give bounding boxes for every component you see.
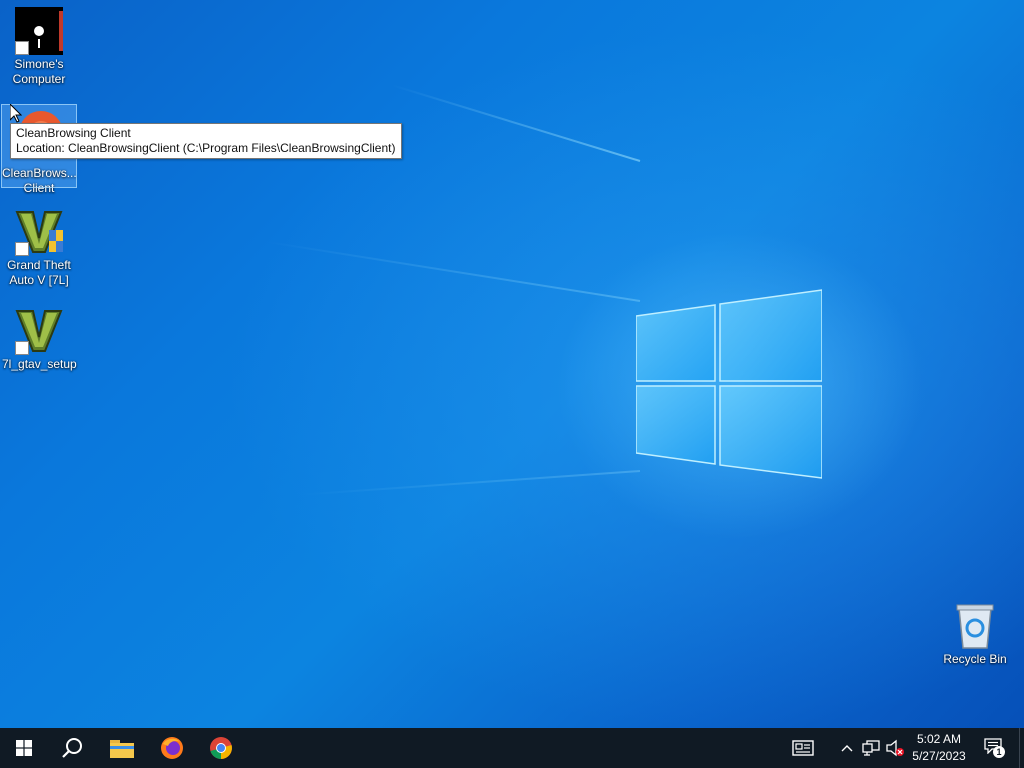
desktop-icon-gta-v[interactable]: Grand Theft Auto V [7L] (2, 206, 76, 288)
file-explorer-button[interactable] (98, 728, 146, 768)
search-icon (62, 738, 82, 758)
desktop-icon-simones-computer[interactable]: Simone's Computer (2, 5, 76, 87)
icon-label-line2: Computer (12, 72, 66, 86)
start-button[interactable] (0, 728, 48, 768)
icon-label-line1: Grand Theft (7, 258, 71, 272)
volume-button[interactable] (884, 728, 906, 768)
recycle-bin-icon (951, 602, 999, 650)
shortcut-arrow-icon (15, 242, 29, 256)
icon-label-line1: CleanBrows... (2, 166, 77, 180)
firefox-icon (161, 737, 183, 759)
chevron-up-icon (841, 745, 853, 752)
shortcut-arrow-icon (15, 41, 29, 55)
light-beam (264, 240, 641, 302)
file-explorer-icon (110, 740, 134, 758)
clock[interactable]: 5:02 AM 5/27/2023 (905, 731, 973, 765)
tooltip-title: CleanBrowsing Client (16, 126, 131, 140)
show-hidden-icons-button[interactable] (838, 728, 856, 768)
desktop-background[interactable]: Simone's Computer CleanBrows... Client G… (0, 0, 1024, 728)
start-icon (16, 740, 32, 756)
icon-label-line2: Client (23, 181, 55, 195)
clock-time: 5:02 AM (916, 732, 962, 746)
gta-v-setup-icon (15, 307, 63, 355)
computer-shortcut-icon (15, 7, 63, 55)
notification-center-button[interactable]: 1 (980, 728, 1008, 768)
tooltip: CleanBrowsing Client Location: CleanBrow… (10, 123, 402, 159)
firefox-button[interactable] (148, 728, 196, 768)
news-widget-button[interactable] (786, 728, 820, 768)
chrome-button[interactable] (197, 728, 245, 768)
news-widget-icon (792, 740, 814, 756)
light-beam (391, 84, 641, 162)
show-desktop-button[interactable] (1019, 728, 1024, 768)
chrome-icon (210, 737, 232, 759)
mouse-cursor-icon (10, 104, 22, 123)
tooltip-location: Location: CleanBrowsingClient (C:\Progra… (16, 141, 396, 155)
desktop-icon-recycle-bin[interactable]: Recycle Bin (938, 600, 1012, 667)
icon-label-line1: Simone's (14, 57, 64, 71)
shortcut-arrow-icon (15, 341, 29, 355)
light-beam (300, 470, 641, 496)
icon-label-line2: Auto V [7L] (9, 273, 69, 287)
network-icon (862, 740, 880, 756)
taskbar: 5:02 AM 5/27/2023 1 (0, 728, 1024, 768)
notification-count-badge: 1 (993, 746, 1005, 758)
icon-label: Recycle Bin (943, 652, 1007, 666)
network-button[interactable] (860, 728, 882, 768)
icon-label-line1: 7l_gtav_setup (2, 357, 77, 371)
clock-date: 5/27/2023 (912, 749, 966, 763)
desktop-icon-gtav-setup[interactable]: 7l_gtav_setup (2, 305, 77, 372)
search-button[interactable] (48, 728, 96, 768)
volume-muted-icon (886, 739, 904, 757)
windows-logo (636, 289, 822, 479)
gta-v-icon (15, 208, 63, 256)
